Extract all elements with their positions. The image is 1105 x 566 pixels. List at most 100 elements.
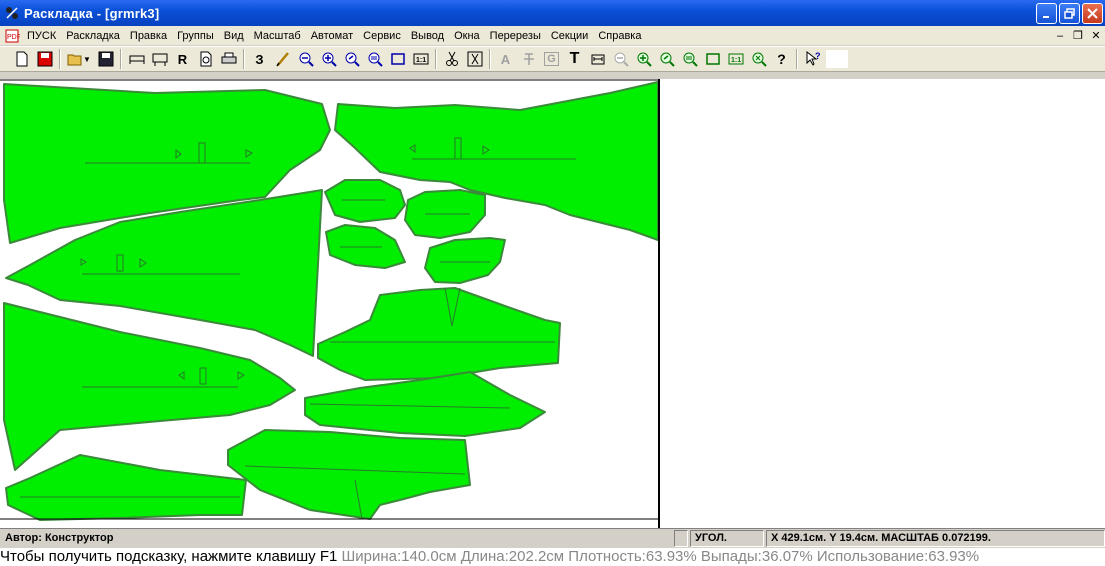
zoom-out-dim-icon — [614, 52, 629, 67]
zoom-all-button[interactable] — [363, 48, 386, 70]
zoom-all-green-button[interactable] — [678, 48, 701, 70]
context-help-icon: ? — [806, 51, 821, 66]
pattern-piece[interactable] — [227, 429, 471, 520]
svg-text:1:1: 1:1 — [731, 57, 741, 64]
preview-button[interactable] — [194, 48, 217, 70]
svg-text:?: ? — [815, 51, 821, 61]
mdi-restore-icon[interactable]: ❐ — [1071, 29, 1085, 42]
marker-layout-svg[interactable] — [0, 79, 1105, 528]
mdi-minimize-icon[interactable]: – — [1053, 30, 1067, 42]
minimize-icon — [1042, 15, 1049, 18]
new-file-button[interactable] — [10, 48, 33, 70]
text-strike-button[interactable] — [517, 48, 540, 70]
app-icon[interactable] — [4, 5, 20, 21]
menu-item-auto[interactable]: Автомат — [306, 30, 358, 42]
hint-bar: Чтобы получить подсказку, нажмите клавиш… — [0, 548, 1105, 566]
frame-icon — [390, 53, 405, 65]
menu-item-output[interactable]: Вывод — [406, 30, 449, 42]
document-icon[interactable]: PDF — [4, 28, 20, 44]
status-coords: X 429.1см. Y 19.4см. МАСШТАБ 0.072199. — [766, 530, 1105, 547]
layout-strip-button[interactable] — [125, 48, 148, 70]
svg-text:PDF: PDF — [7, 34, 20, 41]
zoom-back-green-button[interactable] — [655, 48, 678, 70]
scissors-box-icon — [467, 51, 482, 67]
scale-one-icon: 1:1 — [413, 53, 428, 65]
pattern-piece[interactable] — [324, 179, 406, 223]
measure-button[interactable] — [586, 48, 609, 70]
save-button[interactable] — [94, 48, 117, 70]
zoom-out-icon — [299, 52, 314, 67]
zoom-all-green-icon — [683, 52, 698, 67]
zoom-back-icon — [345, 52, 360, 67]
hint-text: Чтобы получить подсказку, нажмите клавиш… — [0, 548, 338, 565]
menu-item-view[interactable]: Вид — [219, 30, 249, 42]
zoom-in-button[interactable] — [317, 48, 340, 70]
menu-item-start[interactable]: ПУСК — [22, 30, 61, 42]
disk-red-icon — [37, 51, 52, 67]
red-disk-button[interactable] — [33, 48, 56, 70]
pen-icon — [275, 52, 289, 67]
pen-button[interactable] — [271, 48, 294, 70]
cut-button[interactable] — [440, 48, 463, 70]
one-to-one-button[interactable]: 1:1 — [409, 48, 432, 70]
toolbar: ▼ R З 1:1 A G T 1:1 ? ? — [0, 46, 1105, 72]
zoom-prev-button[interactable] — [340, 48, 363, 70]
menu-item-layout[interactable]: Раскладка — [61, 30, 125, 42]
a-button[interactable]: A — [494, 48, 517, 70]
menu-bar: PDF ПУСК Раскладка Правка Группы Вид Мас… — [0, 26, 1105, 45]
menu-item-help[interactable]: Справка — [593, 30, 646, 42]
scale-one-green-icon: 1:1 — [728, 53, 743, 65]
t-button[interactable]: T — [563, 48, 586, 70]
toolbar-separator — [435, 49, 437, 69]
menu-item-groups[interactable]: Группы — [172, 30, 219, 42]
menu-item-windows[interactable]: Окна — [449, 30, 485, 42]
one-to-one-green-button[interactable]: 1:1 — [724, 48, 747, 70]
zoom-cross-button[interactable] — [747, 48, 770, 70]
layout-table-button[interactable] — [148, 48, 171, 70]
close-icon — [1087, 8, 1098, 19]
layout-canvas[interactable] — [0, 79, 1105, 528]
close-button[interactable] — [1082, 3, 1103, 24]
zoom-out-dim-button[interactable] — [609, 48, 632, 70]
toolbar-blank-field[interactable] — [826, 50, 848, 68]
z-button[interactable]: З — [248, 48, 271, 70]
status-spacer — [674, 530, 688, 547]
zoom-back-green-icon — [660, 52, 675, 67]
mdi-close-icon[interactable]: ✕ — [1089, 29, 1103, 42]
svg-text:1:1: 1:1 — [416, 57, 426, 64]
pattern-piece[interactable] — [424, 237, 506, 284]
pattern-piece[interactable] — [5, 454, 247, 521]
print-preview-icon — [200, 51, 211, 67]
zoom-out-button[interactable] — [294, 48, 317, 70]
toolbar-separator — [59, 49, 61, 69]
context-help-button[interactable]: ? — [801, 48, 824, 70]
zoom-in-icon — [322, 52, 337, 67]
menu-item-sections[interactable]: Секции — [546, 30, 593, 42]
help-button[interactable]: ? — [770, 48, 793, 70]
printer-icon — [221, 52, 236, 64]
toolbar-separator — [120, 49, 122, 69]
restore-button[interactable] — [1059, 3, 1080, 24]
zoom-in-green-icon — [637, 52, 652, 67]
menu-item-service[interactable]: Сервис — [358, 30, 406, 42]
pattern-piece[interactable] — [317, 287, 561, 381]
zoom-cross-icon — [752, 52, 767, 67]
print-button[interactable] — [217, 48, 240, 70]
zoom-in-green-button[interactable] — [632, 48, 655, 70]
menu-item-edit[interactable]: Правка — [125, 30, 172, 42]
mdi-controls: – ❐ ✕ — [1053, 26, 1103, 45]
toolbar-separator — [796, 49, 798, 69]
menu-item-cuts[interactable]: Перерезы — [485, 30, 546, 42]
cut-box-button[interactable] — [463, 48, 486, 70]
pattern-piece[interactable] — [304, 371, 546, 437]
window-title: Раскладка - [grmrk3] — [24, 5, 160, 21]
frame-green-button[interactable] — [701, 48, 724, 70]
menu-item-scale[interactable]: Масштаб — [249, 30, 306, 42]
title-bar: Раскладка - [grmrk3] — [0, 0, 1105, 26]
g-label: G — [544, 52, 559, 66]
open-button[interactable]: ▼ — [64, 48, 94, 70]
g-button[interactable]: G — [540, 48, 563, 70]
r-button[interactable]: R — [171, 48, 194, 70]
minimize-button[interactable] — [1036, 3, 1057, 24]
frame-button[interactable] — [386, 48, 409, 70]
